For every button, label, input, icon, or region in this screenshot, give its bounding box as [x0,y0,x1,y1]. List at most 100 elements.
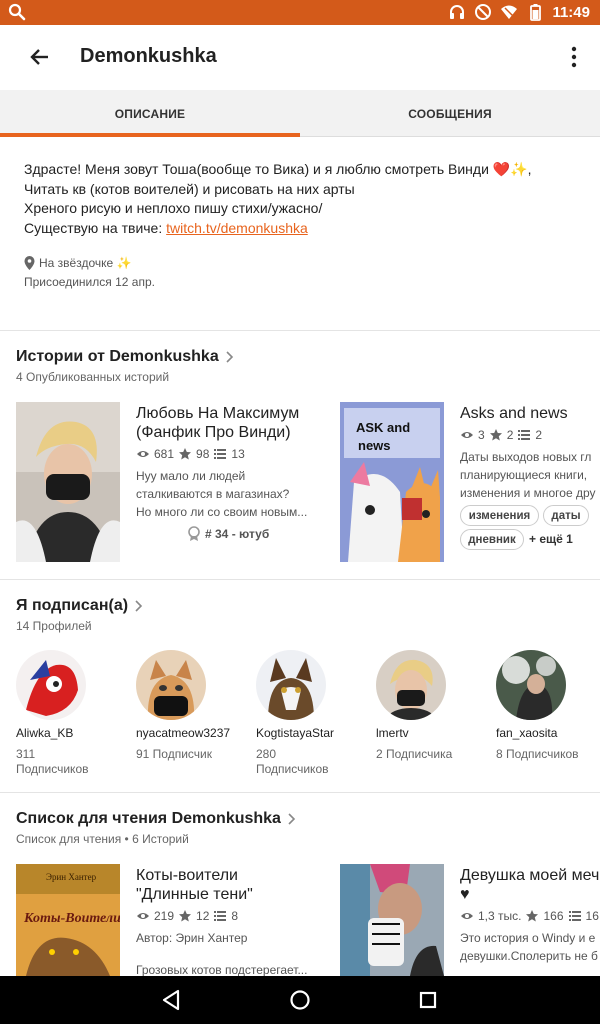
blurb-line: девушки.Сполерить не б [460,949,598,963]
more-options-icon[interactable] [570,45,578,69]
status-bar: 11:49 [0,0,600,25]
story-blurb: Даты выходов новых гл планирующиеся книг… [460,448,600,502]
votes-count: 98 [196,447,210,461]
star-icon [489,429,502,441]
back-arrow-icon[interactable] [26,43,54,71]
nav-recents-icon[interactable] [416,988,440,1012]
do-not-disturb-icon [475,4,492,20]
cover-author: Эрин Хантер [46,872,97,882]
eye-icon [461,913,473,919]
divider [0,792,600,793]
avatar[interactable] [136,650,206,720]
blurb-line: планирующиеся книги, [460,468,588,482]
stories-section-title[interactable]: Истории от Demonkushka [16,348,234,366]
following-count: 14 Профилей [16,619,92,633]
story-cover[interactable] [340,864,444,976]
headphones-icon [450,5,465,19]
chevron-right-icon [288,813,296,825]
parts-count: 8 [231,909,239,923]
following-title-text: Я подписан(а) [16,597,129,614]
reading-list-title-text: Список для чтения Demonkushka [16,810,281,827]
votes-count: 2 [506,428,514,442]
story-cover[interactable]: Эрин Хантер Коты-Воители [16,864,120,976]
system-nav-bar [0,976,600,1024]
profile-name[interactable]: KogtistayaStar [256,726,334,740]
followers-line: 8 Подписчиков [496,747,579,761]
profile-followers: 280 Подписчиков [256,747,329,777]
story-title[interactable]: Девушка моей меч ♥ [460,866,600,904]
story-stats: 681 98 13 [136,447,245,461]
story-stats: 1,3 тыс. 166 16 [460,909,599,923]
list-icon [568,911,581,921]
reading-list-count: Список для чтения • 6 Историй [16,832,189,846]
svg-text:news: news [358,438,391,453]
following-section-title[interactable]: Я подписан(а) [16,597,143,615]
chevron-right-icon [226,351,233,363]
tag-chip[interactable]: дневник [460,529,524,550]
nav-back-icon[interactable] [160,988,184,1012]
description-link-prefix: Существую на твиче: [24,219,167,236]
blurb-line: Даты выходов новых гл [460,450,592,464]
star-icon [526,910,539,922]
divider [0,330,600,331]
more-tags-link[interactable]: + ещё 1 [529,532,573,546]
story-author: Автор: Эрин Хантер [136,931,248,945]
location-text: На звёздочке ✨ [39,256,132,270]
profile-description: Здрасте! Меня зовут Тоша(вообще то Вика)… [24,160,584,238]
story-title-line: Девушка моей меч [460,867,600,884]
reads-count: 219 [154,909,175,923]
story-blurb: Это история о Windy и е девушки.Сполерит… [460,929,600,965]
followers-line: 91 Подписчик [136,747,212,761]
profile-followers: 311 Подписчиков [16,747,89,777]
app-bar: Demonkushka [0,25,600,90]
avatar[interactable] [376,650,446,720]
story-title-line: ♥ [460,886,470,903]
profile-name[interactable]: Aliwka_KB [16,726,73,740]
avatar[interactable] [496,650,566,720]
story-title[interactable]: Asks and news [460,404,568,423]
followers-line: Подписчиков [256,762,329,776]
story-blurb: Нуу мало ли людей сталкиваются в магазин… [136,467,316,521]
tag-chip[interactable]: даты [543,505,589,526]
avatar[interactable] [256,650,326,720]
tab-messages[interactable]: СООБЩЕНИЯ [300,90,600,137]
star-icon [179,910,192,922]
story-title[interactable]: Коты-воители "Длинные тени" [136,866,253,904]
description-line: Существую на твиче: twitch.tv/demonkushk… [24,219,584,239]
tab-description[interactable]: ОПИСАНИЕ [0,90,300,137]
status-time: 11:49 [552,3,590,21]
reads-count: 681 [154,447,175,461]
story-title[interactable]: Любовь На Максимум (Фанфик Про Винди) [136,404,299,442]
story-cover[interactable] [16,402,120,562]
followers-line: 2 Подписчика [376,747,453,761]
blurb-line: сталкиваются в магазинах? [136,487,290,501]
reading-list-section-title[interactable]: Список для чтения Demonkushka [16,810,296,828]
ranking-badge[interactable]: # 34 - ютуб [188,526,269,542]
blurb-line: Нуу мало ли людей [136,469,246,483]
description-line: Хреного рисую и неплохо пишу стихи/ужасн… [24,200,323,216]
story-title-line: Любовь На Максимум [136,405,300,422]
parts-count: 13 [231,447,245,461]
page-title: Demonkushka [80,45,217,67]
svg-text:ASK and: ASK and [356,420,410,435]
tag-chip[interactable]: изменения [460,505,539,526]
story-title-line: "Длинные тени" [136,886,253,903]
description-line: Здрасте! Меня зовут Тоша(вообще то Вика)… [24,161,532,177]
profile-name[interactable]: lmertv [376,726,409,740]
avatar[interactable] [16,650,86,720]
stories-count: 4 Опубликованных историй [16,370,170,384]
rank-text: # 34 - ютуб [205,527,270,541]
votes-count: 12 [196,909,210,923]
story-cover[interactable]: ASK and news [340,402,444,562]
parts-count: 16 [585,909,599,923]
blurb-line: Но много ли со своим новым... [136,505,308,519]
story-stats: 219 12 8 [136,909,238,923]
profile-name[interactable]: fan_xaosita [496,726,557,740]
nav-home-icon[interactable] [288,988,312,1012]
joined-date: Присоединился 12 апр. [24,275,155,289]
profile-name[interactable]: nyacatmeow3237 [136,726,230,740]
twitch-link[interactable]: twitch.tv/demonkushka [166,220,308,236]
eye-icon [137,913,149,919]
list-icon [214,449,227,459]
stories-title-text: Истории от Demonkushka [16,348,219,365]
